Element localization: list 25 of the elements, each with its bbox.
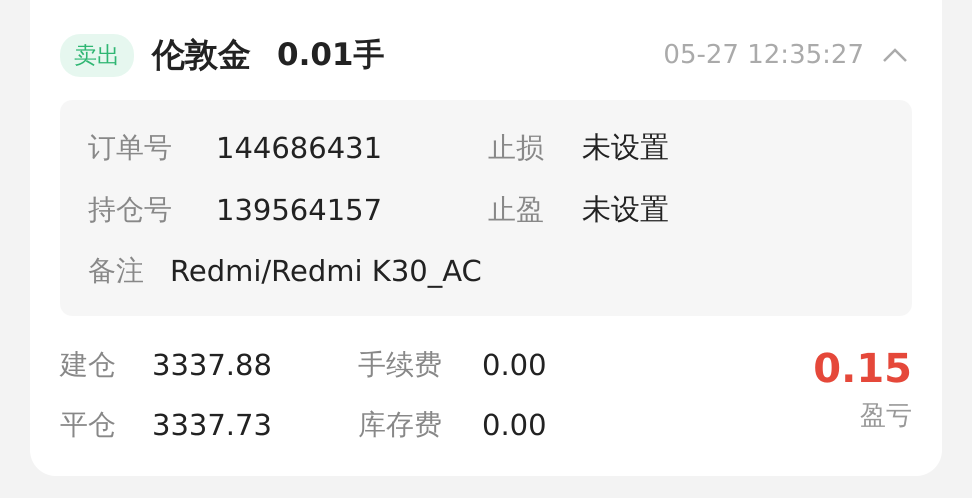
summary-label: 平仓	[60, 407, 117, 443]
summary-value: 0.00	[482, 348, 547, 382]
summary-label: 手续费	[358, 347, 443, 383]
note-label: 备注	[88, 253, 144, 289]
profit-value: 0.15	[813, 346, 912, 392]
detail-label: 订单号	[88, 130, 173, 166]
lots-text: 0.01手	[277, 36, 384, 75]
note-value: Redmi/Redmi K30_AC	[170, 254, 482, 288]
summary-label: 库存费	[358, 407, 443, 443]
order-time: 05-27 12:35:27	[663, 40, 864, 70]
detail-value: 139564157	[216, 193, 384, 227]
detail-label: 止损	[488, 130, 545, 166]
summary-value: 0.00	[482, 408, 547, 442]
summary-value: 3337.88	[152, 348, 273, 382]
detail-label: 持仓号	[88, 192, 173, 228]
detail-value: 未设置	[582, 191, 670, 228]
summary-label: 建仓	[60, 347, 117, 383]
detail-label: 止盈	[488, 192, 545, 228]
side-badge: 卖出	[60, 34, 134, 76]
detail-value: 未设置	[582, 129, 670, 166]
symbol-title: 伦敦金	[152, 34, 251, 76]
summary-value: 3337.73	[152, 408, 273, 442]
profit-label: 盈亏	[860, 400, 912, 433]
collapse-icon[interactable]	[882, 47, 908, 63]
detail-value: 144686431	[216, 131, 384, 165]
